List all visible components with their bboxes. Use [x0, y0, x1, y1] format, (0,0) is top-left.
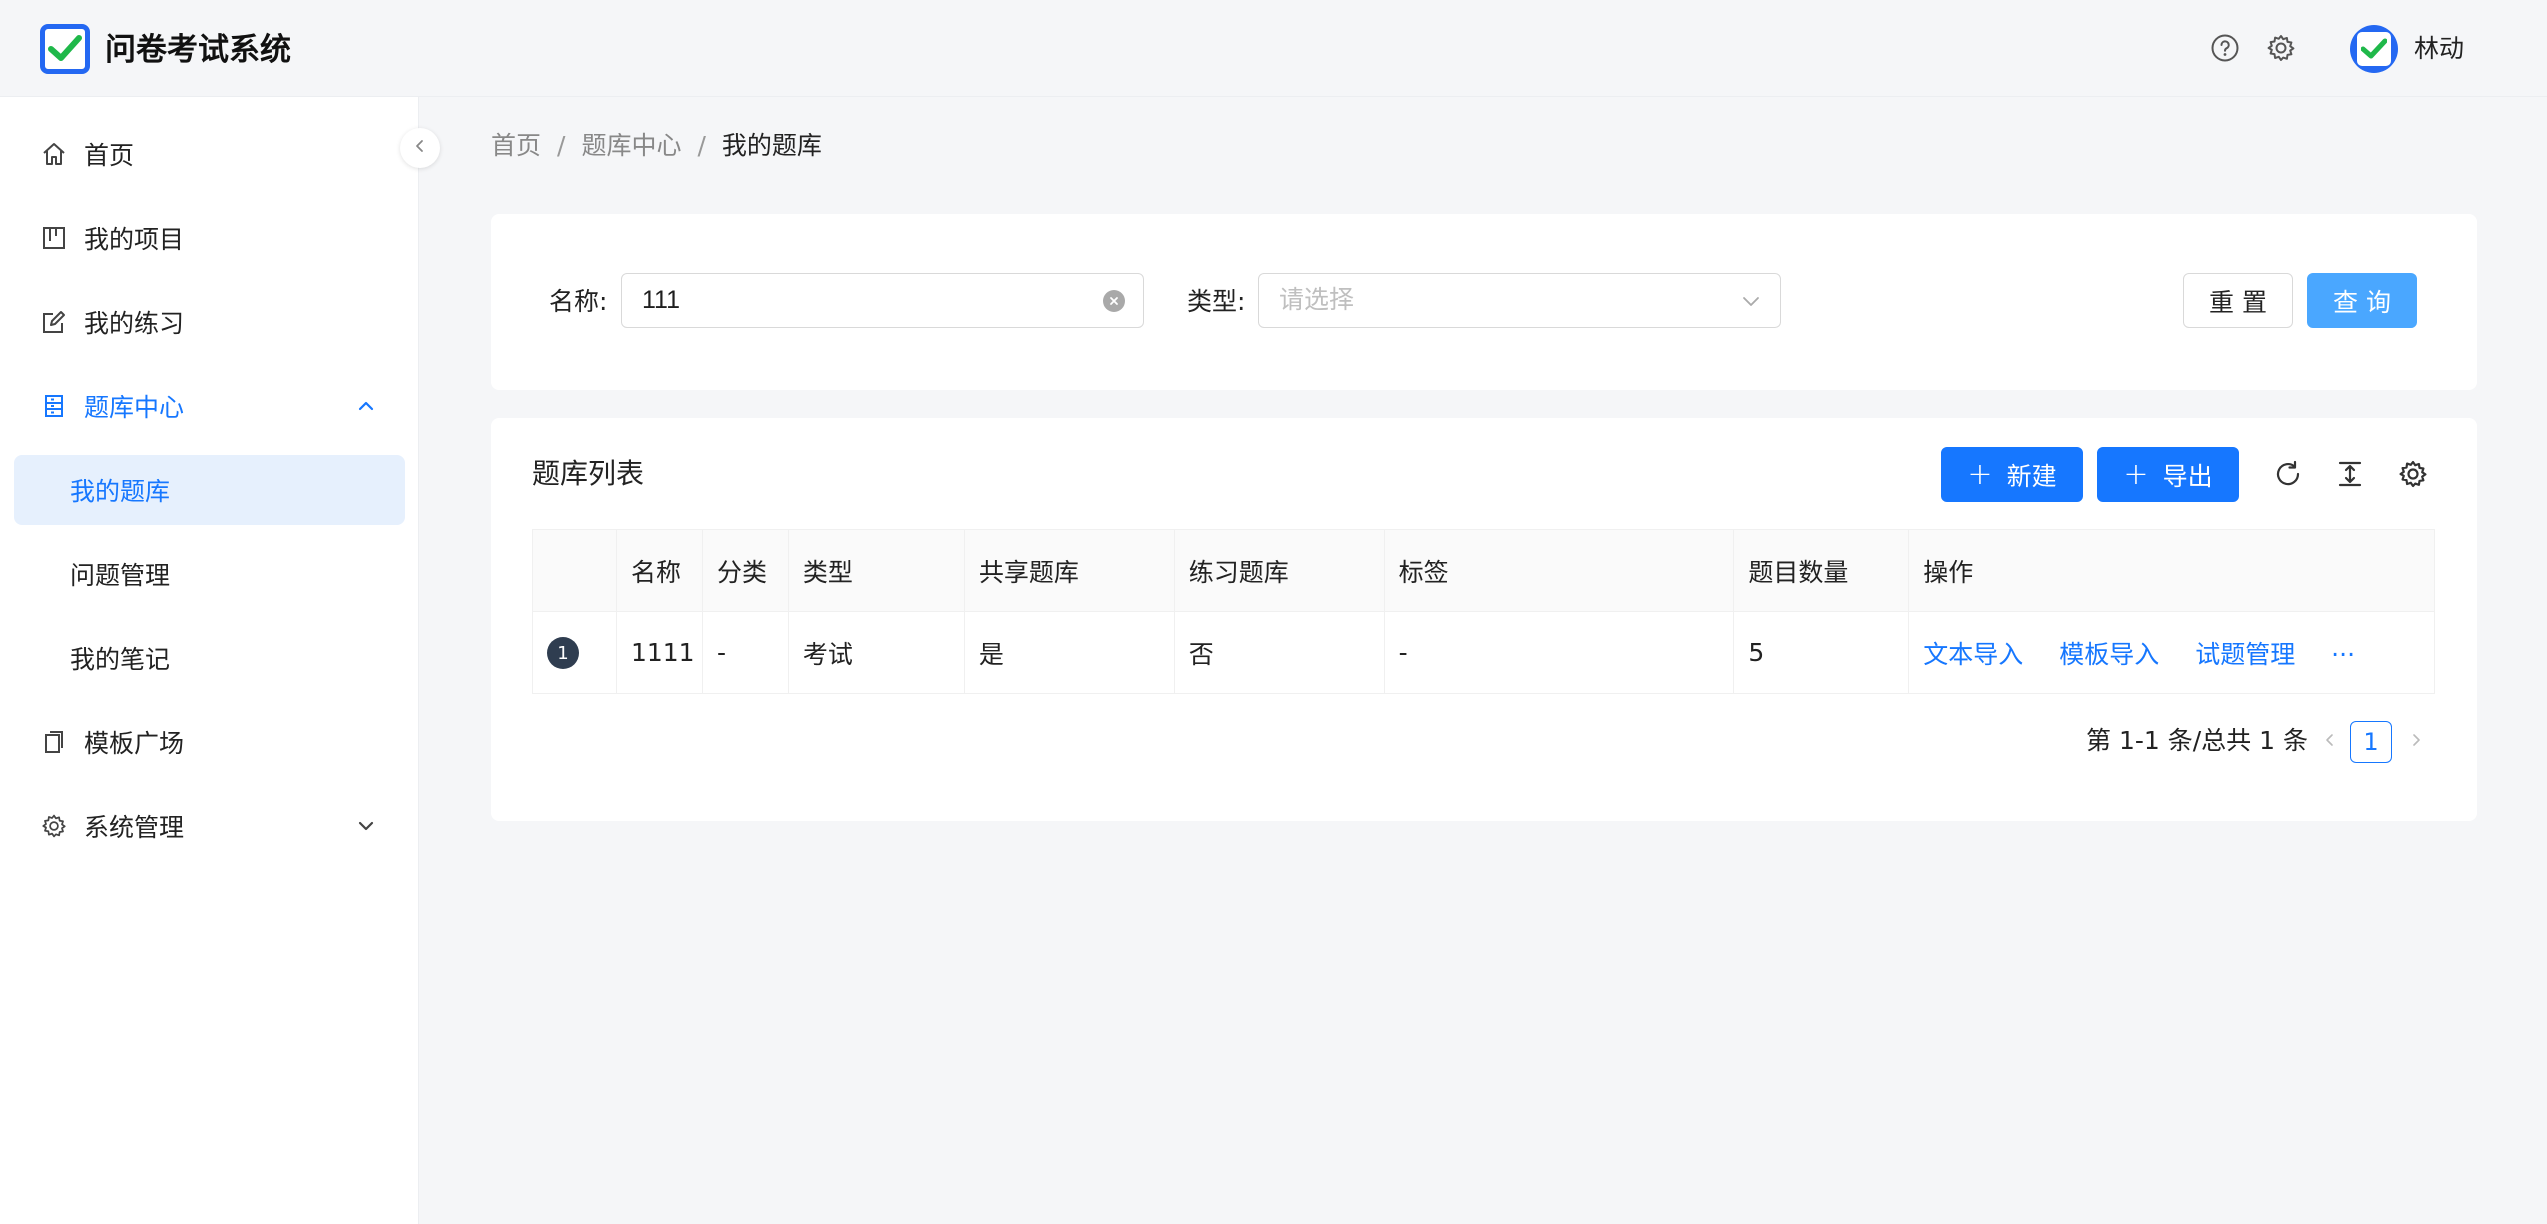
- sidebar-item-label: 首页: [84, 141, 135, 170]
- home-icon: [40, 140, 68, 168]
- column-header-category[interactable]: 分类: [702, 529, 789, 612]
- sidebar-subitem-label: 问题管理: [70, 561, 171, 590]
- sidebar-item-system-management[interactable]: 系统管理: [14, 791, 405, 861]
- column-height-icon[interactable]: [2334, 458, 2366, 490]
- clear-icon[interactable]: [1103, 290, 1125, 312]
- plus-icon: +: [1967, 456, 1993, 492]
- chevron-right-icon: [2408, 732, 2424, 752]
- top-header: 问卷考试系统 林动: [0, 0, 2547, 97]
- pagination-next-button[interactable]: [2396, 721, 2436, 763]
- sidebar-subitem-my-notes[interactable]: 我的笔记: [14, 623, 405, 693]
- chevron-left-icon: [412, 138, 428, 158]
- breadcrumb: 首页 / 题库中心 / 我的题库: [491, 128, 822, 164]
- pagination-prev-button[interactable]: [2310, 721, 2350, 763]
- sidebar: 首页 我的项目 我的练习 题库中心 我的题库 问题管理 我的笔记 模板广场 系统…: [0, 97, 419, 1224]
- breadcrumb-question-bank-center[interactable]: 题库中心: [581, 128, 681, 164]
- name-label: 名称:: [549, 287, 608, 316]
- export-button-label: 导出: [2162, 461, 2213, 491]
- breadcrumb-current: 我的题库: [721, 131, 822, 160]
- query-button[interactable]: 查 询: [2307, 273, 2417, 328]
- column-header-actions: 操作: [1908, 529, 2435, 612]
- table-header-row: 名称 分类 类型 共享题库 练习题库 标签 题目数量 操作: [532, 529, 2435, 612]
- sidebar-collapse-button[interactable]: [400, 128, 440, 168]
- chevron-up-icon: [355, 395, 377, 417]
- question-bank-table-panel: 题库列表 + 新建 + 导出 名称 分类 类型 共享题库 练习题库 标签 题目数…: [491, 418, 2477, 821]
- chevron-left-icon: [2322, 732, 2338, 752]
- project-icon: [40, 224, 68, 252]
- question-bank-table: 名称 分类 类型 共享题库 练习题库 标签 题目数量 操作 1 1111 - 考…: [532, 529, 2435, 694]
- type-select-placeholder: 请选择: [1279, 286, 1355, 314]
- search-panel: 名称: 111 类型: 请选择 重 置 查 询: [491, 214, 2477, 390]
- sidebar-item-label: 模板广场: [84, 729, 185, 758]
- user-avatar[interactable]: [2350, 25, 2398, 73]
- breadcrumb-home[interactable]: 首页: [491, 128, 541, 164]
- sidebar-item-label: 题库中心: [84, 393, 185, 422]
- sidebar-item-template-plaza[interactable]: 模板广场: [14, 707, 405, 777]
- column-header-index: [532, 529, 617, 612]
- column-header-shared[interactable]: 共享题库: [964, 529, 1175, 612]
- database-icon: [40, 392, 68, 420]
- cell-count: 5: [1733, 611, 1910, 694]
- cell-actions: 文本导入 模板导入 试题管理 ···: [1908, 611, 2435, 694]
- chevron-down-icon: [355, 815, 377, 837]
- reset-button[interactable]: 重 置: [2183, 273, 2293, 328]
- sidebar-item-question-bank-center[interactable]: 题库中心: [14, 371, 405, 441]
- cell-practice: 否: [1174, 611, 1385, 694]
- sidebar-subitem-label: 我的题库: [70, 477, 171, 506]
- cell-tags: -: [1384, 611, 1735, 694]
- breadcrumb-separator: /: [697, 131, 706, 160]
- cell-type: 考试: [788, 611, 965, 694]
- table-title: 题库列表: [532, 457, 645, 490]
- sidebar-item-projects[interactable]: 我的项目: [14, 203, 405, 273]
- export-button[interactable]: + 导出: [2097, 447, 2239, 502]
- text-import-link[interactable]: 文本导入: [1923, 640, 2023, 669]
- user-name[interactable]: 林动: [2414, 30, 2464, 68]
- sidebar-subitem-my-bank[interactable]: 我的题库: [14, 455, 405, 525]
- chevron-down-icon: [1740, 290, 1762, 312]
- new-button-label: 新建: [2006, 461, 2057, 491]
- sidebar-item-practice[interactable]: 我的练习: [14, 287, 405, 357]
- app-logo-icon: [40, 24, 90, 74]
- gear-icon: [40, 812, 68, 840]
- name-input[interactable]: 111: [621, 273, 1144, 328]
- settings-icon[interactable]: [2266, 33, 2296, 63]
- sidebar-subitem-question-management[interactable]: 问题管理: [14, 539, 405, 609]
- name-input-value: 111: [642, 286, 681, 314]
- copy-icon: [40, 728, 68, 756]
- column-header-practice[interactable]: 练习题库: [1174, 529, 1385, 612]
- new-button[interactable]: + 新建: [1941, 447, 2083, 502]
- column-header-count[interactable]: 题目数量: [1733, 529, 1910, 612]
- table-row: 1 1111 - 考试 是 否 - 5 文本导入 模板导入 试题管理 ···: [532, 611, 2435, 694]
- pagination-page-1[interactable]: 1: [2350, 721, 2392, 763]
- plus-icon: +: [2123, 456, 2149, 492]
- help-icon[interactable]: [2210, 33, 2240, 63]
- sidebar-item-label: 我的项目: [84, 225, 185, 254]
- cell-category: -: [702, 611, 789, 694]
- avatar-check-icon: [2357, 32, 2391, 66]
- sidebar-subitem-label: 我的笔记: [70, 645, 171, 674]
- column-header-tags[interactable]: 标签: [1384, 529, 1735, 612]
- type-select[interactable]: 请选择: [1258, 273, 1781, 328]
- cell-name: 1111: [616, 611, 703, 694]
- sidebar-item-label: 系统管理: [84, 813, 185, 842]
- column-settings-icon[interactable]: [2397, 458, 2429, 490]
- cell-index: 1: [532, 611, 617, 694]
- type-label: 类型:: [1187, 287, 1246, 316]
- column-header-type[interactable]: 类型: [788, 529, 965, 612]
- cell-shared: 是: [964, 611, 1175, 694]
- edit-icon: [40, 308, 68, 336]
- refresh-icon[interactable]: [2272, 458, 2304, 490]
- question-management-link[interactable]: 试题管理: [2195, 640, 2295, 669]
- sidebar-item-label: 我的练习: [84, 309, 185, 338]
- more-actions-link[interactable]: ···: [2331, 640, 2355, 669]
- pagination-summary: 第 1-1 条/总共 1 条: [2086, 726, 2308, 755]
- breadcrumb-separator: /: [557, 131, 566, 160]
- sidebar-item-home[interactable]: 首页: [14, 119, 405, 189]
- app-title: 问卷考试系统: [105, 32, 291, 68]
- column-header-name[interactable]: 名称: [616, 529, 703, 612]
- template-import-link[interactable]: 模板导入: [2059, 640, 2159, 669]
- row-index-badge: 1: [547, 637, 579, 670]
